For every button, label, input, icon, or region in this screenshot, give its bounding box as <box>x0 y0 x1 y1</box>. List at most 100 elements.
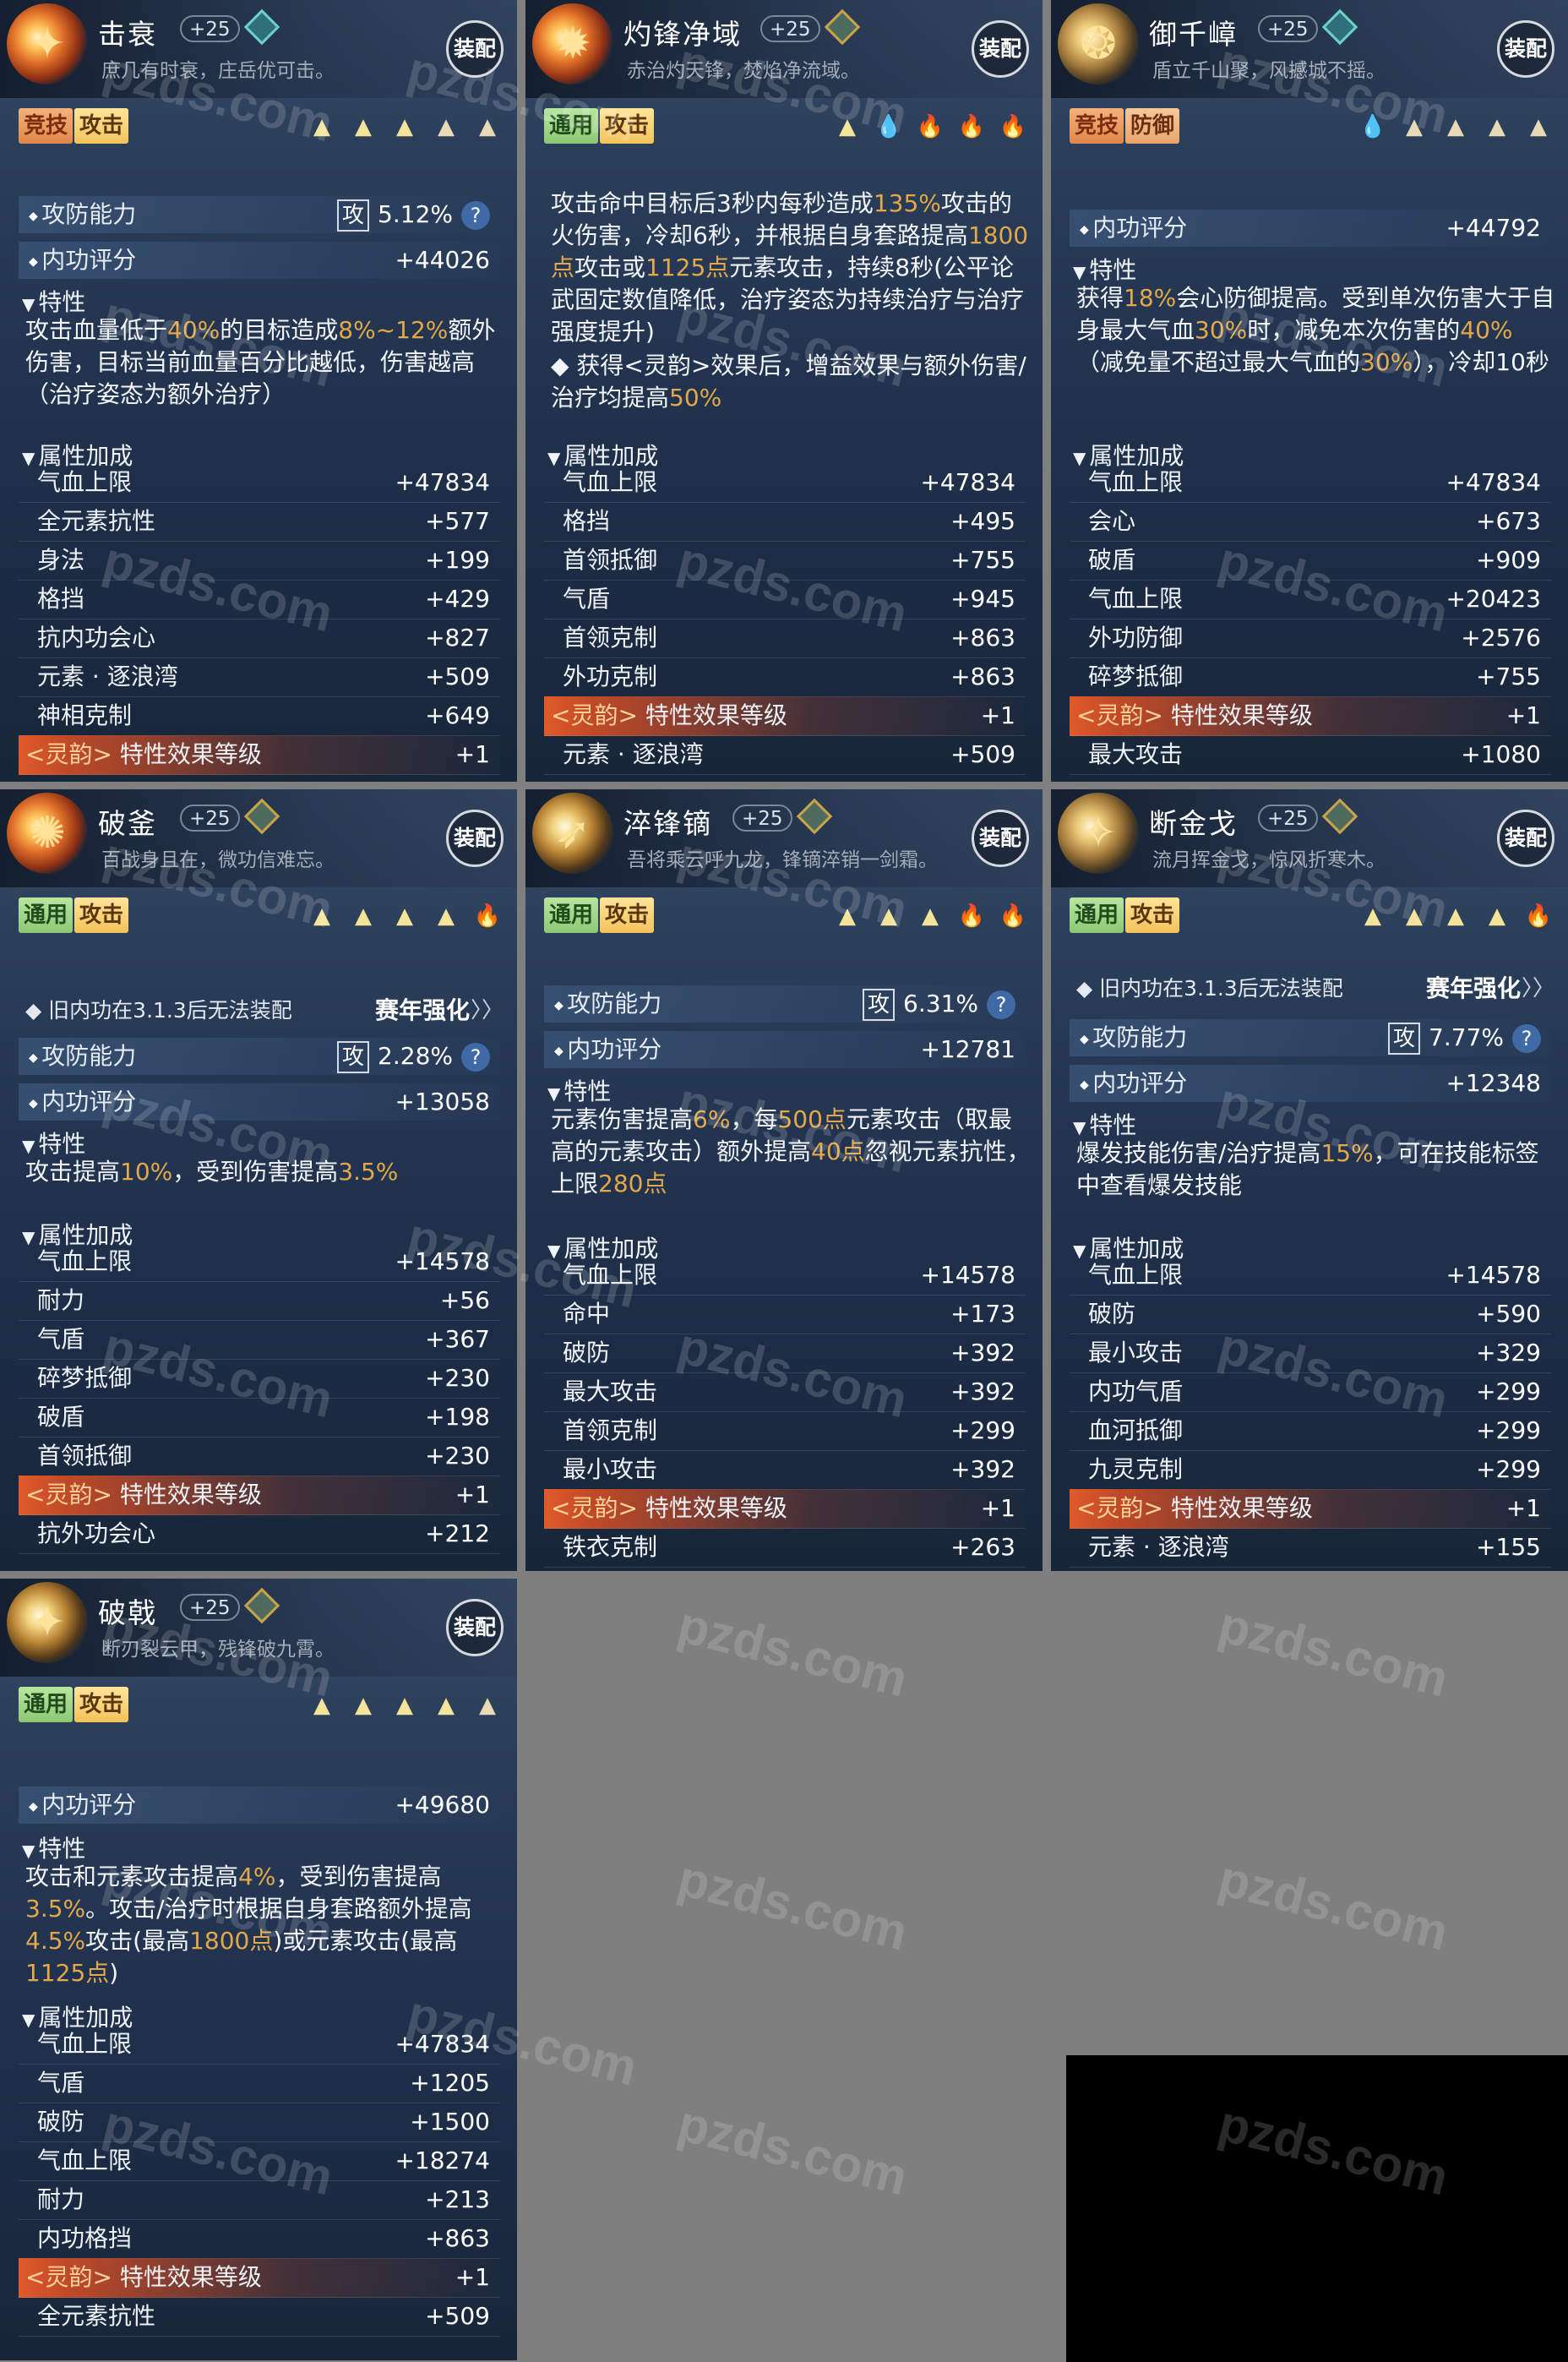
attribute-name: <灵韵> 特性效果等级 <box>25 1476 262 1514</box>
lingyun-attribute-row: <灵韵> 特性效果等级 +1 <box>19 735 500 775</box>
neigong-card[interactable]: ✹ 灼锋净域 +25 赤治灼天锋，焚焰净流域。 装配 通用 攻击 ▲ 💧 🔥 🔥 🔥 攻击命中目标后3秒… <box>525 0 1043 782</box>
level-badge: +25 <box>732 805 792 832</box>
slot-triangle-icon: ▲ <box>355 903 372 929</box>
equip-button[interactable]: 装配 <box>1497 810 1554 867</box>
card-title: 断金戈 <box>1149 807 1238 840</box>
fire-slot-icon: 🔥 <box>957 903 986 929</box>
attribute-row: 最大攻击 +392 <box>544 1372 1026 1412</box>
card-header: ✧ 断金戈 +25 流月挥金戈，惊风折寒木。 装配 <box>1051 789 1568 887</box>
help-icon[interactable]: ? <box>987 990 1015 1019</box>
attribute-value: +755 <box>950 546 1015 574</box>
slot-triangle-icon: ▲ <box>313 114 330 139</box>
trait-description: 攻击和元素攻击提高4%，受到伤害提高3.5%。攻击/治疗时根据自身套路额外提高4… <box>25 1863 472 1987</box>
attribute-row: 破防 +590 <box>1070 1295 1551 1334</box>
score-row: 内功评分 +44792 <box>1070 210 1551 247</box>
attribute-name: 气血上限 <box>563 468 658 496</box>
lingyun-attribute-row: <灵韵> 特性效果等级 +1 <box>544 696 1026 736</box>
season-upgrade-link[interactable]: 赛年强化 <box>1426 970 1521 1007</box>
equip-button[interactable]: 装配 <box>1497 20 1554 78</box>
attribute-row: 血河抵御 +299 <box>1070 1411 1551 1451</box>
card-title: 灼锋净域 <box>623 18 742 51</box>
skill-emblem-icon: ✹ <box>532 3 613 85</box>
attribute-row: 气血上限 +47834 <box>19 2025 500 2065</box>
attribute-name: 外功克制 <box>563 663 658 690</box>
attribute-value: +392 <box>950 1339 1015 1366</box>
chevron-right-icon[interactable]: 〉〉 <box>1522 970 1554 1007</box>
attribute-value: +230 <box>425 1442 490 1470</box>
attribute-row: 会心 +673 <box>1070 502 1551 542</box>
attribute-name: 首领克制 <box>563 1416 658 1444</box>
score-label: 内功评分 <box>1080 1065 1187 1104</box>
attribute-value: +1080 <box>1461 740 1541 768</box>
equip-button[interactable]: 装配 <box>446 1599 504 1656</box>
slot-triangle-icon: ▲ <box>1364 903 1381 929</box>
attribute-name: <灵韵> 特性效果等级 <box>25 2258 262 2297</box>
card-header: ✦ 破戟 +25 断刃裂云甲，残锋破九霄。 装配 <box>0 1579 517 1677</box>
score-row: 内功评分 +44026 <box>19 242 500 279</box>
slot-triangle-icon: ▲ <box>839 903 856 929</box>
tag-row: 通用 攻击 ▲ ▲ ▲ 🔥 🔥 <box>544 897 1029 936</box>
lingyun-attribute-row: <灵韵> 特性效果等级 +1 <box>1070 696 1551 736</box>
attribute-name: 抗外功会心 <box>37 1519 156 1547</box>
help-icon[interactable]: ? <box>461 201 490 230</box>
attribute-value: +495 <box>950 507 1015 535</box>
rating-label: 攻防能力 <box>1080 1019 1187 1058</box>
attribute-name: 最小攻击 <box>563 1455 658 1483</box>
watermark-text: pzds.com <box>672 1849 913 1961</box>
attribute-row: 内功气盾 +299 <box>1070 1372 1551 1412</box>
help-icon[interactable]: ? <box>461 1043 490 1072</box>
rank-gem-icon <box>243 1587 280 1624</box>
attribute-value: +198 <box>425 1403 490 1431</box>
attribute-row: 铁衣克制 +263 <box>544 1528 1026 1568</box>
attribute-row: 气血上限 +47834 <box>19 463 500 503</box>
rating-value: 攻 5.12%? <box>337 196 490 233</box>
attribute-name: 气血上限 <box>37 2030 133 2058</box>
attribute-row: 碎梦抵御 +755 <box>1070 657 1551 697</box>
attribute-row: 气盾 +1205 <box>19 2064 500 2103</box>
lingyun-label: <灵韵> <box>551 701 638 729</box>
neigong-card[interactable]: ➶ 淬锋镝 +25 吾将乘云呼九龙，锋镝淬销一剑霜。 装配通用攻击 ▲ ▲ ▲ 🔥 🔥 攻防能力 攻6… <box>525 789 1043 1571</box>
category-tag: 防御 <box>1125 108 1180 144</box>
watermark-text: pzds.com <box>672 2094 913 2207</box>
rank-gem-icon <box>243 8 280 46</box>
category-tag: 通用 <box>544 108 599 144</box>
equip-button[interactable]: 装配 <box>972 810 1029 867</box>
skill-emblem-icon: ✦ <box>7 1582 88 1663</box>
attribute-row: 气血上限 +14578 <box>544 1256 1026 1296</box>
equip-button[interactable]: 装配 <box>446 20 504 78</box>
attribute-row: 神相克制 +649 <box>19 696 500 736</box>
neigong-card[interactable]: ✧ 断金戈 +25 流月挥金戈，惊风折寒木。 装配 通用 攻击 ▲ ▲ ▲ ▲ 🔥 ◆ 旧内功在3.1.… <box>1051 789 1568 1571</box>
attribute-name: 内功气盾 <box>1088 1377 1184 1405</box>
attribute-name: 首领抵御 <box>37 1442 133 1470</box>
neigong-card[interactable]: ❂ 御千嶂 +25 盾立千山聚，风撼城不摇。 装配竞技防御 💧 ▲ ▲ ▲ ▲ 内功评分 +44792… <box>1051 0 1568 782</box>
attack-mode-icon: 攻 <box>1388 1023 1421 1055</box>
slot-triangle-icon: ▲ <box>355 114 372 139</box>
season-upgrade-link[interactable]: 赛年强化 <box>375 992 470 1029</box>
attribute-name: 会心 <box>1088 507 1136 535</box>
level-badge: +25 <box>180 1594 240 1621</box>
neigong-card[interactable]: ✺ 破釜 +25 百战身且在，微功信难忘。 装配 通用 攻击 ▲ ▲ ▲ ▲ 🔥 ◆ 旧内功在3.1.3… <box>0 789 517 1571</box>
card-header: ✦ 击衰 +25 庶几有时衰，庄岳优可击。 装配 <box>0 0 517 98</box>
tag-row: 竞技 攻击 ▲ ▲ ▲ ▲ ▲ <box>19 108 504 147</box>
chevron-right-icon[interactable]: 〉〉 <box>471 992 504 1029</box>
attribute-row: 碎梦抵御 +230 <box>19 1359 500 1399</box>
slot-triangle-icon: ▲ <box>396 114 413 139</box>
attribute-value: +909 <box>1476 546 1541 574</box>
neigong-card[interactable]: ✦ 击衰 +25 庶几有时衰，庄岳优可击。 装配竞技攻击 ▲ ▲ ▲ ▲ ▲ 攻防能力 攻 5.12%?… <box>0 0 517 782</box>
neigong-card[interactable]: ✦ 破戟 +25 断刃裂云甲，残锋破九霄。 装配通用攻击 ▲ ▲ ▲ ▲ ▲ 内功评分 +49680 特… <box>0 1579 517 2360</box>
attribute-row: 身法 +199 <box>19 541 500 581</box>
attribute-value: +299 <box>1476 1377 1541 1405</box>
slot-strip: ▲ ▲ ▲ ▲ 🔥 <box>306 903 504 930</box>
attribute-row: 破防 +392 <box>544 1334 1026 1373</box>
score-label: 内功评分 <box>1080 210 1187 248</box>
tag-row: 通用 攻击 ▲ 💧 🔥 🔥 🔥 <box>544 108 1029 147</box>
help-icon[interactable]: ? <box>1512 1024 1541 1053</box>
attribute-name: 格挡 <box>563 507 611 535</box>
equip-button[interactable]: 装配 <box>972 20 1029 78</box>
slot-triangle-icon: ▲ <box>880 903 897 929</box>
equip-button[interactable]: 装配 <box>446 810 504 867</box>
slot-triangle-icon: ▲ <box>313 1693 330 1718</box>
lingyun-attribute-row: <灵韵> 特性效果等级 +1 <box>1070 1489 1551 1529</box>
score-label: 内功评分 <box>29 242 136 281</box>
attribute-name: 全元素抗性 <box>37 2302 156 2330</box>
